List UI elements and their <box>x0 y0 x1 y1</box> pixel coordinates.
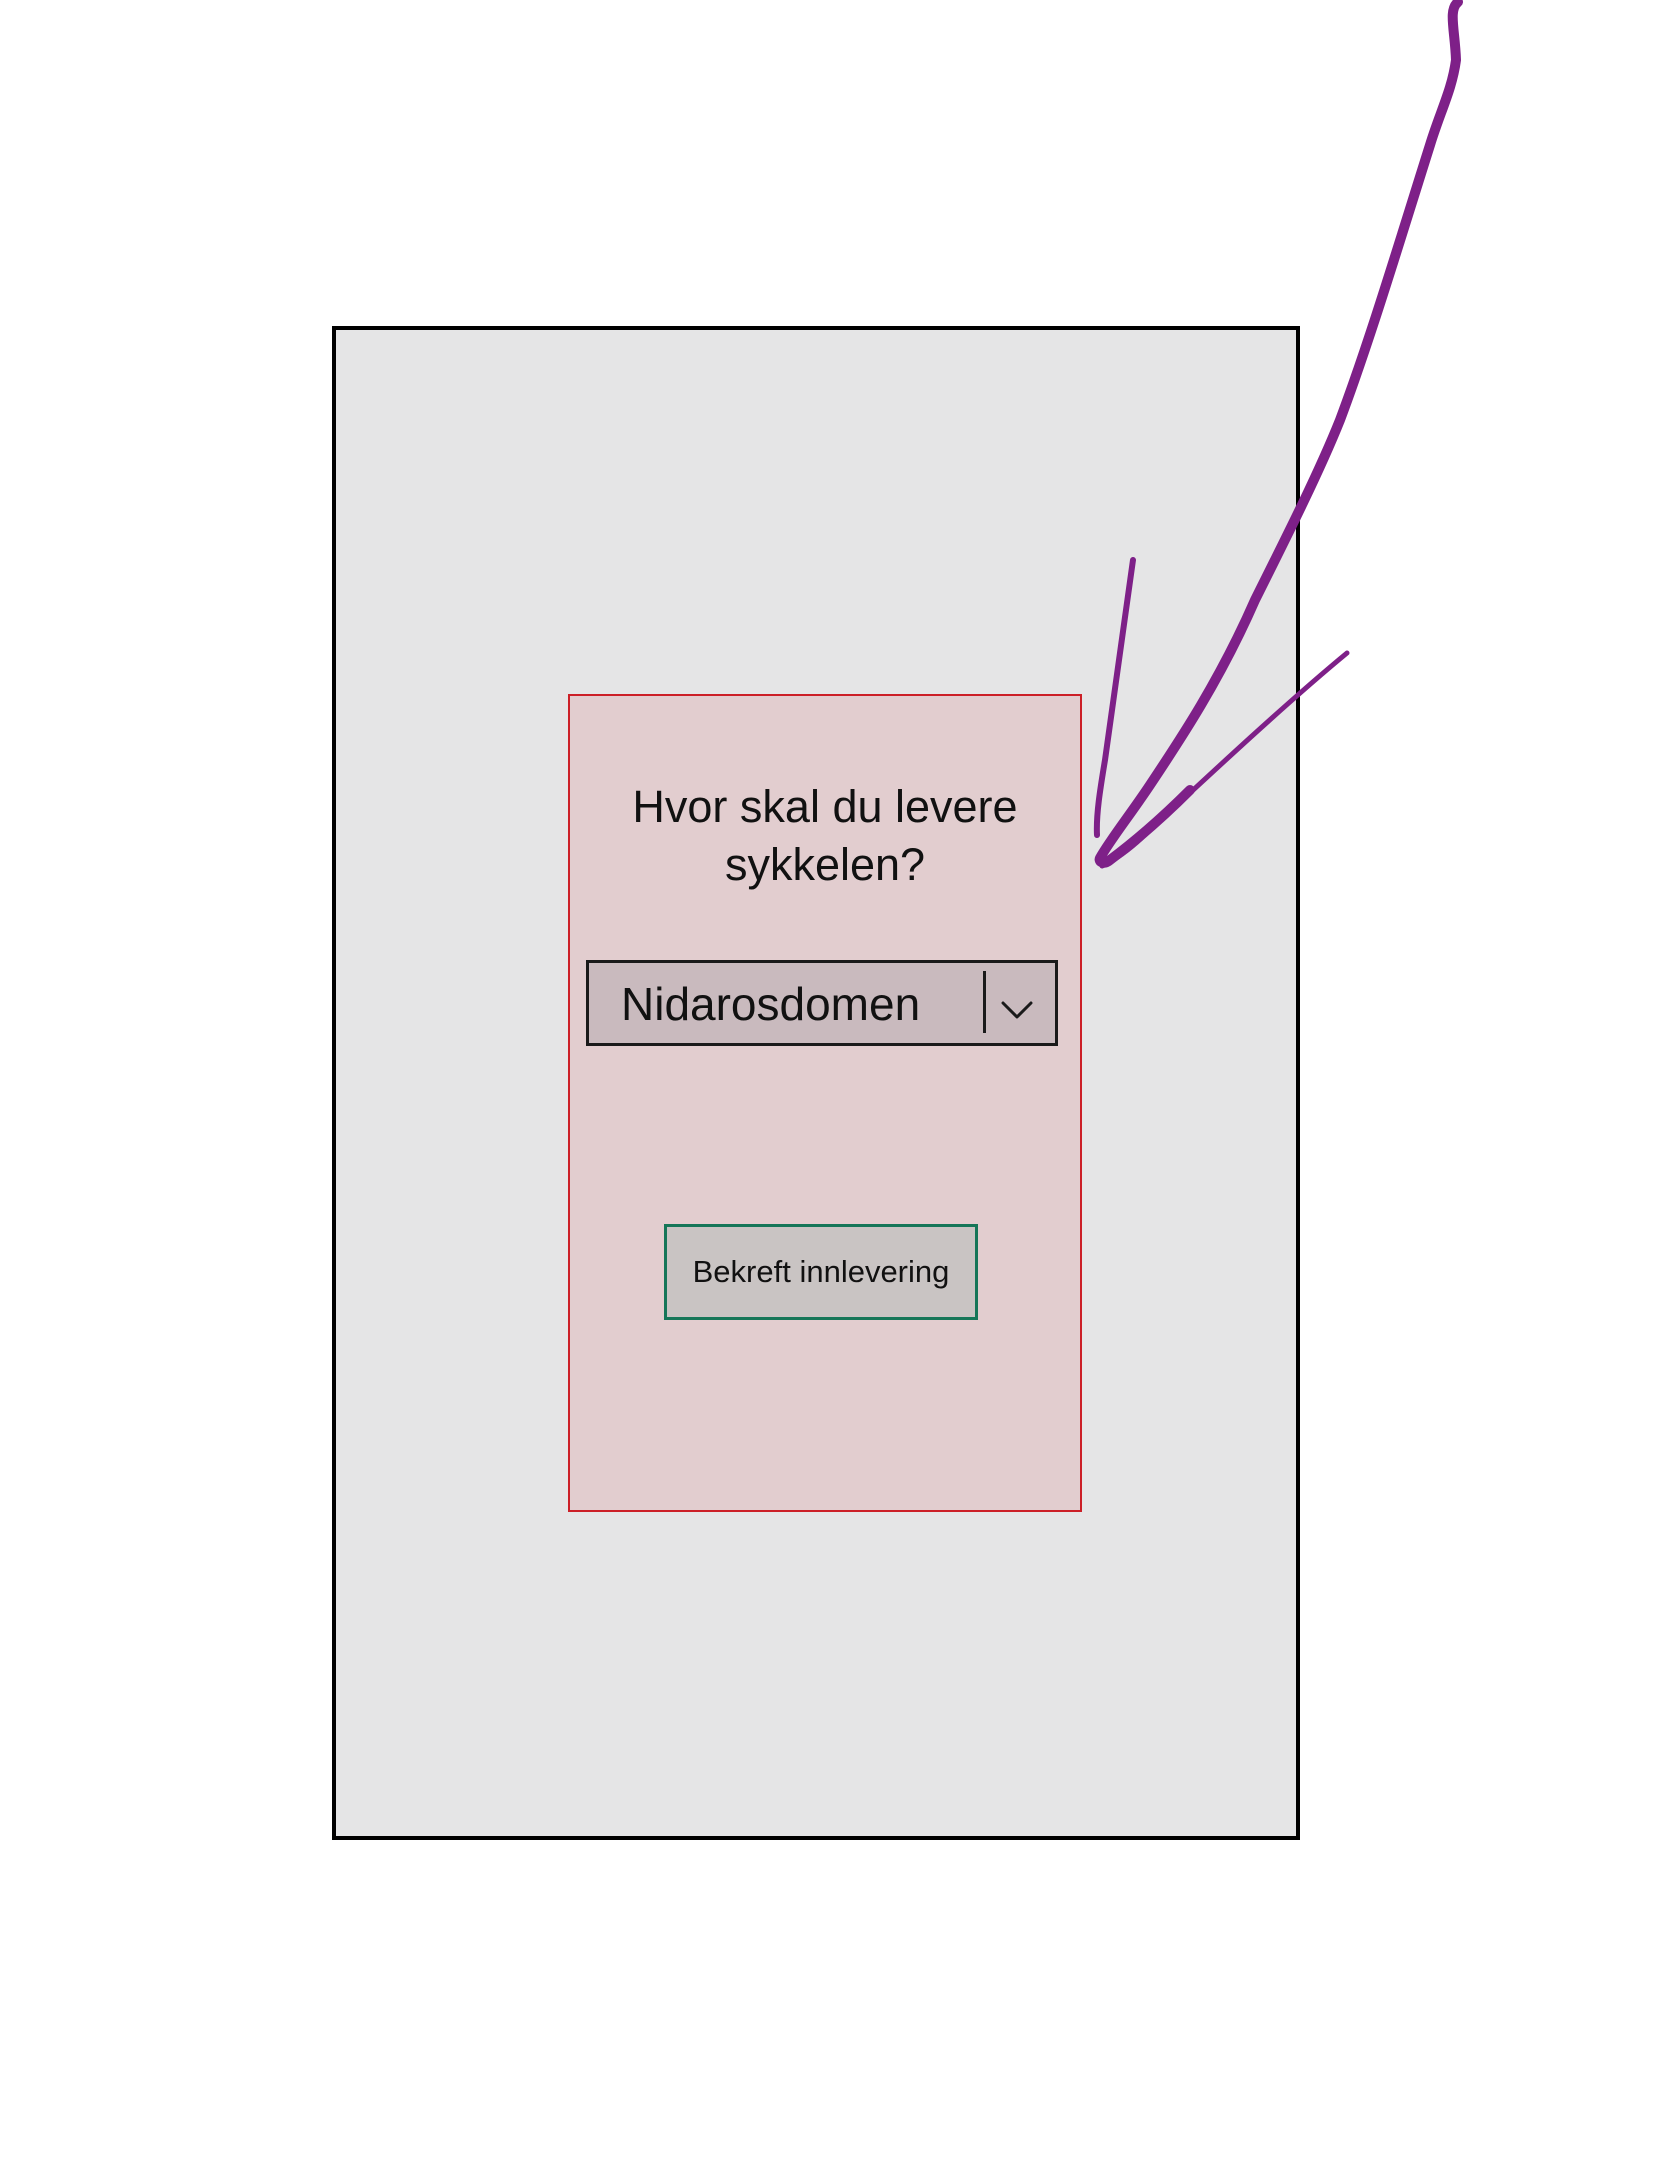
dialog-title-line-2: sykkelen? <box>724 839 926 890</box>
confirm-return-button[interactable]: Bekreft innlevering <box>664 1224 978 1320</box>
chevron-down-icon[interactable] <box>997 997 1037 1021</box>
return-location-dialog: Hvor skal du levere sykkelen? Nidarosdom… <box>568 694 1082 1512</box>
dialog-title: Hvor skal du levere sykkelen? <box>570 778 1080 894</box>
dialog-title-line-1: Hvor skal du levere <box>632 781 1018 832</box>
location-select-value: Nidarosdomen <box>621 978 921 1030</box>
location-select[interactable]: Nidarosdomen <box>586 960 1058 1046</box>
select-divider <box>983 971 986 1033</box>
